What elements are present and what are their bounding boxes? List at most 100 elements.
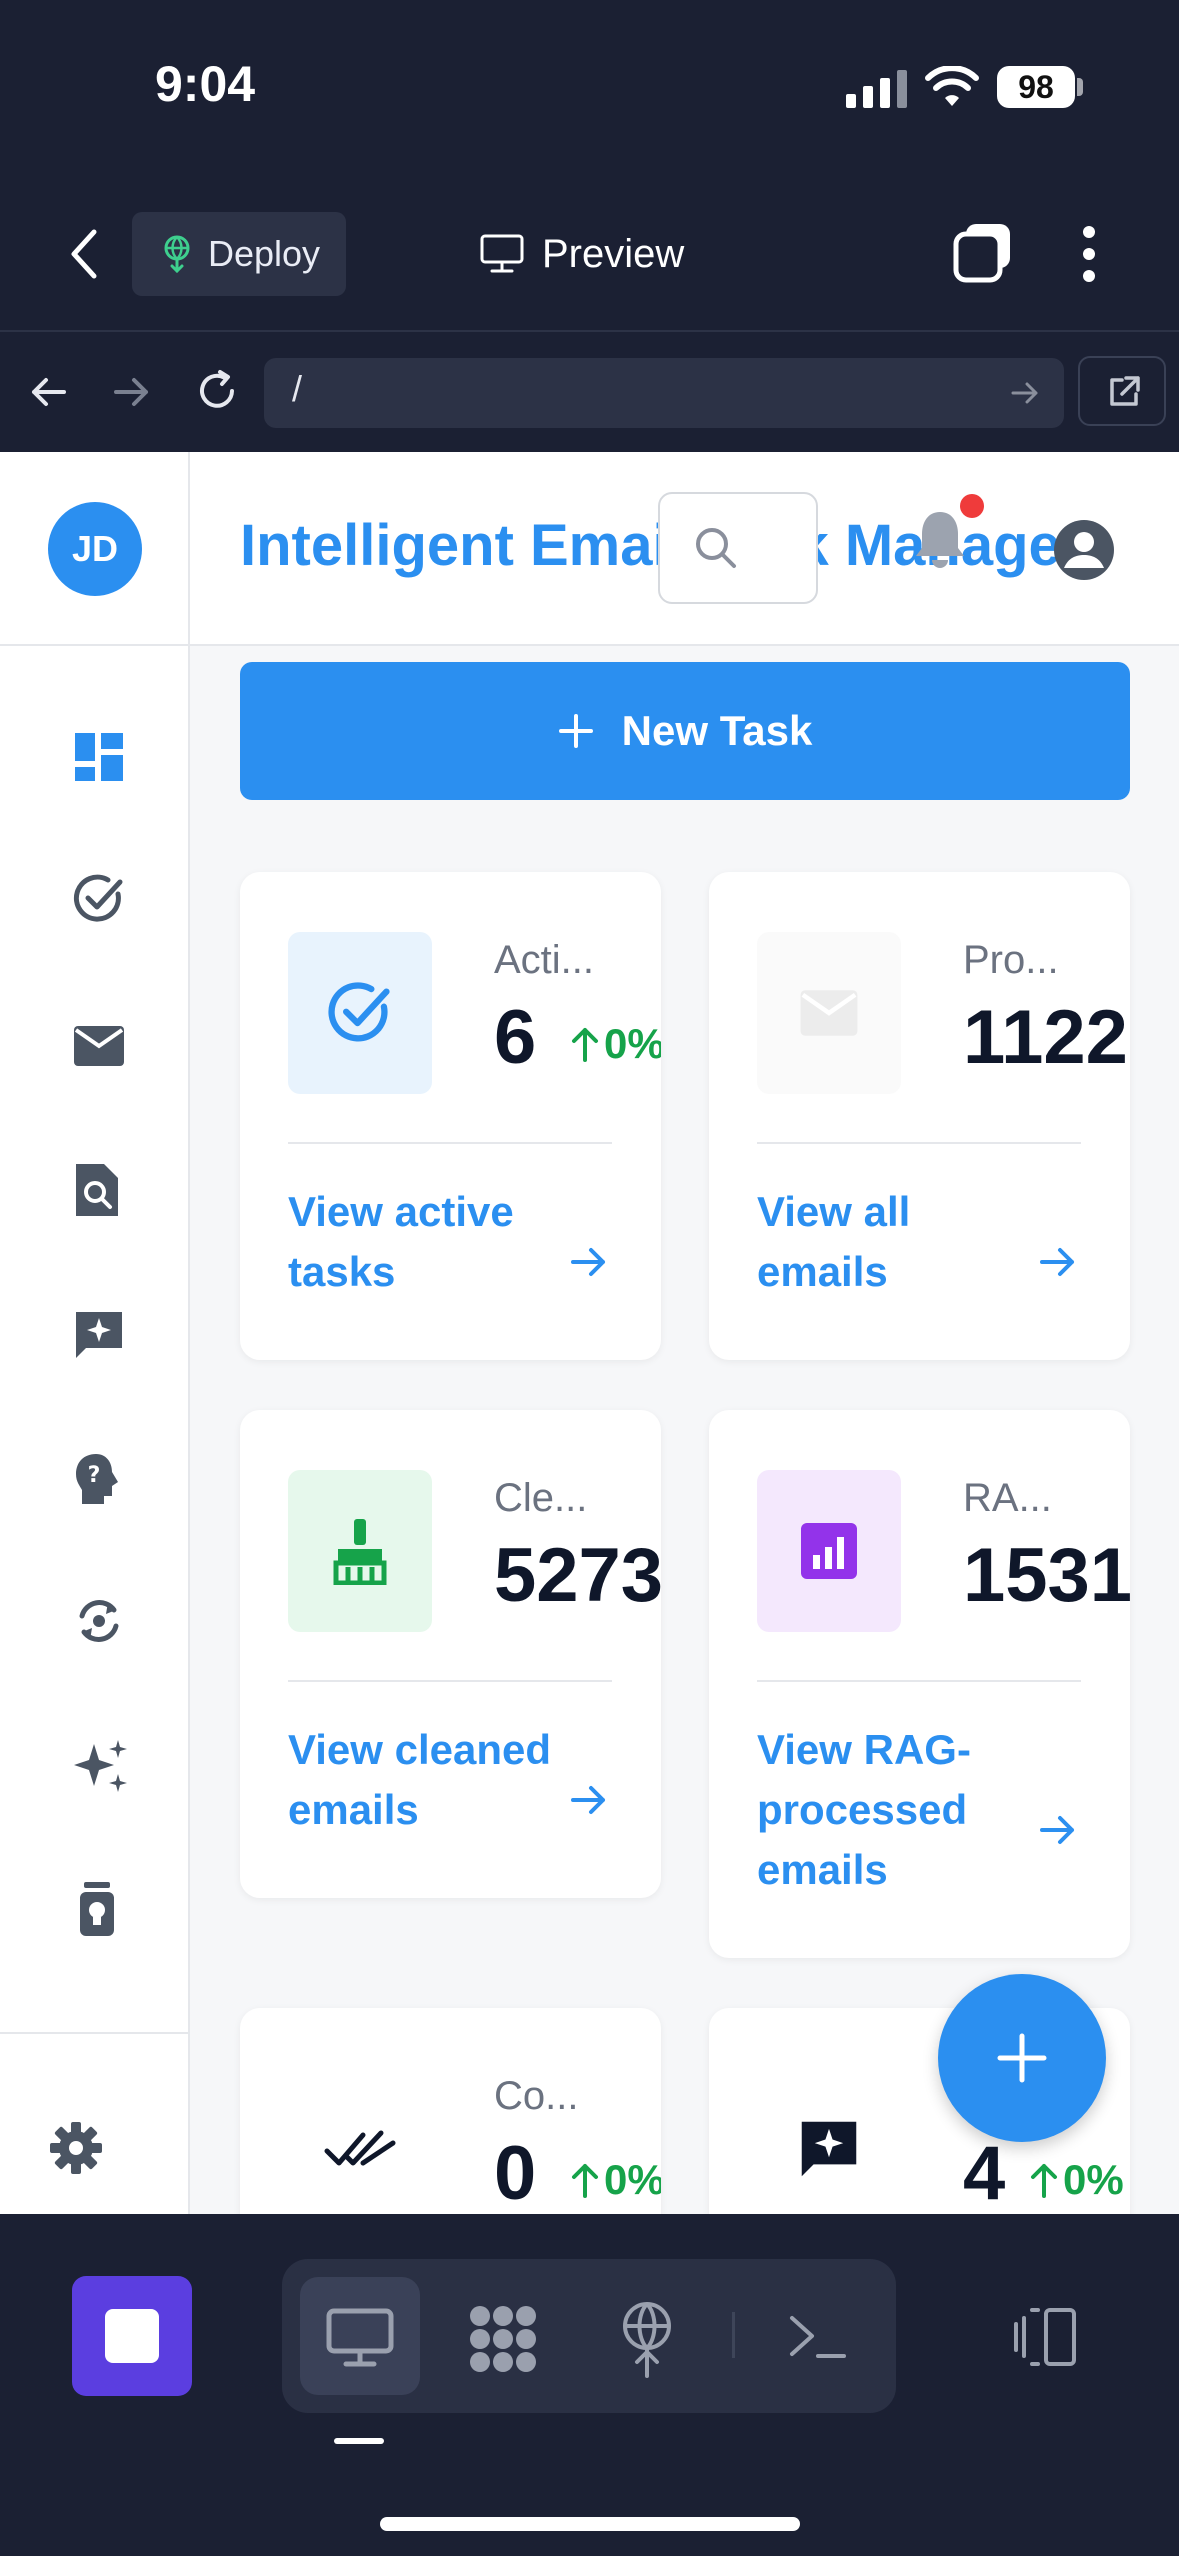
- plus-icon: [997, 2033, 1047, 2083]
- plus-icon: [558, 714, 593, 748]
- view-cleaned-emails-link[interactable]: View cleaned emails: [288, 1720, 568, 1840]
- sidebar: JD ?: [0, 452, 190, 2214]
- arrow-right-icon[interactable]: [565, 1238, 613, 1286]
- trend-badge: 0%: [570, 2156, 661, 2204]
- battery-indicator: 98: [997, 66, 1075, 108]
- svg-text:?: ?: [88, 1463, 101, 1488]
- terminal-icon[interactable]: [788, 2312, 848, 2362]
- deploy-icon: [160, 235, 194, 273]
- open-external-icon: [1110, 376, 1140, 406]
- card-label: RA...: [963, 1476, 1052, 1520]
- wifi-icon: [925, 66, 979, 108]
- app-viewport: Intelligent Email Task Manager JD: [0, 452, 1179, 2214]
- trend-badge: 0%: [1029, 2156, 1124, 2204]
- stop-button[interactable]: [72, 2276, 192, 2396]
- card-value: 1531: [963, 1533, 1130, 1618]
- done-all-icon: [324, 2130, 396, 2166]
- sparkles-icon[interactable]: [72, 1738, 132, 1798]
- cellular-signal-icon: [846, 70, 910, 108]
- document-search-icon[interactable]: [72, 1162, 132, 1222]
- trend-value: 0%: [1063, 2156, 1124, 2203]
- view-active-tasks-link[interactable]: View active tasks: [288, 1182, 568, 1302]
- card-value: 6: [494, 995, 537, 1080]
- arrow-up-icon: [572, 2164, 598, 2198]
- tabs-switcher-icon[interactable]: [952, 222, 1014, 284]
- deploy-icon[interactable]: [616, 2300, 678, 2378]
- arrow-up-icon: [1031, 2164, 1057, 2198]
- bell-icon[interactable]: [912, 508, 968, 572]
- arrow-up-icon: [572, 1028, 598, 1062]
- deploy-button[interactable]: Deploy: [132, 212, 346, 296]
- trend-value: 0%: [604, 2156, 661, 2203]
- active-tool-indicator: [334, 2438, 384, 2444]
- toolbar-divider: [732, 2312, 735, 2358]
- sync-cycle-icon[interactable]: [72, 1594, 132, 1654]
- preview-label: Preview: [542, 231, 685, 276]
- battery-nub: [1077, 78, 1083, 96]
- sidebar-header-divider: [0, 644, 190, 646]
- card-label: Pro...: [963, 938, 1059, 982]
- stat-card-cleaned-emails: Cle... 5273 View cleaned emails: [240, 1410, 661, 1898]
- url-field[interactable]: [264, 358, 1064, 428]
- card-value: 0: [494, 2131, 537, 2214]
- mail-icon: [800, 990, 858, 1036]
- browser-reload-icon[interactable]: [194, 368, 240, 414]
- trend-value: 0%: [604, 1020, 661, 1067]
- stat-card-rag-processed: RA... 1531 View RAG-processed emails: [709, 1410, 1130, 1958]
- card-label: Cle...: [494, 1476, 588, 1520]
- check-circle-icon: [328, 982, 390, 1042]
- more-vertical-icon[interactable]: [1080, 224, 1098, 284]
- check-circle-icon[interactable]: [72, 872, 132, 932]
- stat-card-processed-emails: Pro... 11220 View all emails: [709, 872, 1130, 1360]
- avatar[interactable]: JD: [48, 502, 142, 596]
- home-indicator: [380, 2517, 800, 2531]
- status-time: 9:04: [155, 56, 256, 112]
- deploy-label: Deploy: [208, 233, 321, 274]
- arrow-right-icon[interactable]: [1034, 1238, 1082, 1286]
- chat-sparkle-icon[interactable]: [72, 1308, 132, 1368]
- browser-forward-icon[interactable]: [112, 372, 152, 412]
- view-rag-processed-emails-link[interactable]: View RAG-processed emails: [757, 1720, 1037, 1900]
- dashboard-icon[interactable]: [72, 730, 132, 790]
- card-icon-box: [288, 932, 432, 1094]
- chat-sparkle-icon: [801, 2121, 857, 2177]
- desktop-icon: [326, 2308, 394, 2368]
- url-go-arrow-icon[interactable]: [1010, 378, 1040, 408]
- new-task-button[interactable]: New Task: [240, 662, 1130, 800]
- card-divider: [288, 1680, 612, 1682]
- back-chevron-icon[interactable]: [64, 226, 104, 282]
- card-divider: [757, 1680, 1081, 1682]
- card-value: 4: [963, 2131, 1006, 2214]
- card-label: Co...: [494, 2074, 579, 2118]
- head-question-icon[interactable]: ?: [72, 1452, 132, 1512]
- preview-tab[interactable]: Preview: [480, 222, 684, 286]
- arrow-right-icon[interactable]: [565, 1776, 613, 1824]
- card-value: 5273: [494, 1533, 661, 1618]
- search-button[interactable]: [658, 492, 818, 604]
- open-external-button[interactable]: [1078, 356, 1166, 426]
- new-task-label: New Task: [621, 707, 813, 754]
- network-icon[interactable]: [466, 2302, 540, 2376]
- card-icon-box: [757, 932, 901, 1094]
- card-icon-box: [757, 1470, 901, 1632]
- card-divider: [288, 1142, 612, 1144]
- account-circle-icon[interactable]: [1052, 518, 1116, 582]
- mail-icon[interactable]: [72, 1024, 132, 1084]
- desktop-icon: [480, 234, 524, 274]
- sidebar-footer-divider: [0, 2032, 190, 2034]
- split-screen-icon[interactable]: [1010, 2306, 1080, 2368]
- browser-back-icon[interactable]: [28, 372, 68, 412]
- stat-card-completed: Co... 0 0%: [240, 2008, 661, 2214]
- arrow-right-icon[interactable]: [1034, 1806, 1082, 1854]
- gear-icon[interactable]: [48, 2120, 108, 2180]
- search-icon: [696, 528, 736, 568]
- bar-chart-icon: [801, 1523, 857, 1579]
- stat-card-active-tasks: Acti... 6 0% View active tasks: [240, 872, 661, 1360]
- lightbulb-jar-icon[interactable]: [72, 1880, 132, 1940]
- card-divider: [757, 1142, 1081, 1144]
- stop-square-icon: [105, 2309, 159, 2363]
- view-all-emails-link[interactable]: View all emails: [757, 1182, 1037, 1302]
- add-fab-button[interactable]: [938, 1974, 1106, 2142]
- notification-dot: [960, 494, 984, 518]
- card-icon-box: [288, 1470, 432, 1632]
